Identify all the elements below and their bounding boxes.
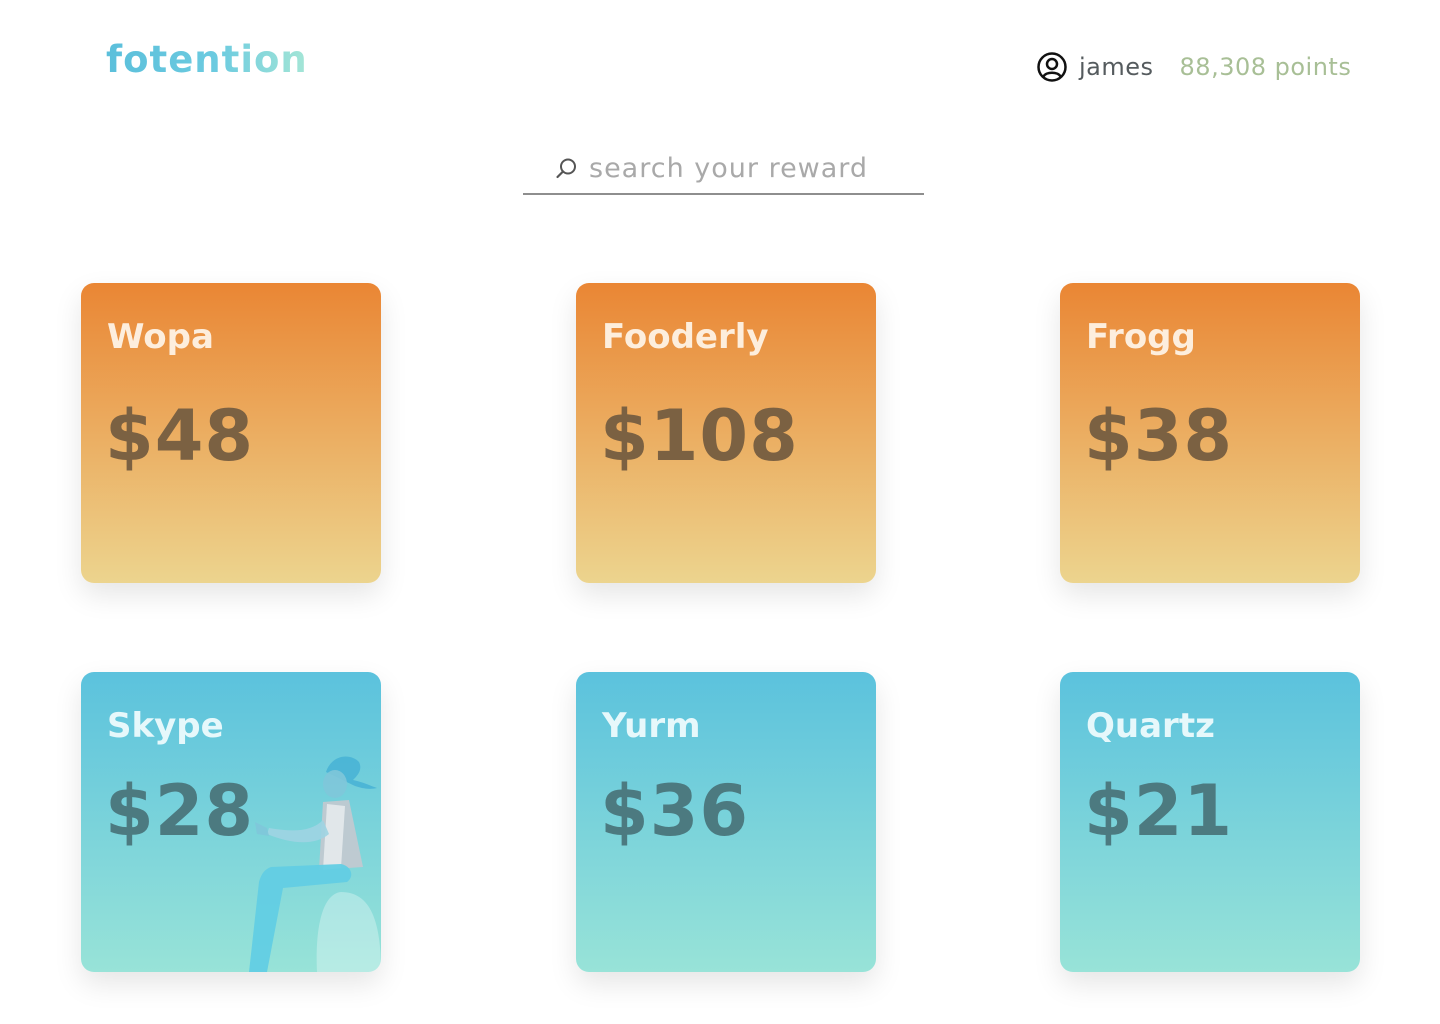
reward-name: Fooderly <box>602 317 769 357</box>
reward-price: $36 <box>600 770 750 852</box>
reward-card-quartz[interactable]: Quartz $21 <box>1060 672 1360 972</box>
rewards-page: fotention james 88,308 points Wopa $48 F… <box>0 0 1440 1024</box>
reward-card-skype[interactable]: Skype $28 <box>81 672 381 972</box>
reward-name: Yurm <box>602 706 701 746</box>
reward-price: $48 <box>105 395 255 477</box>
reward-price: $28 <box>105 770 255 852</box>
reward-price: $108 <box>600 395 799 477</box>
reward-card-frogg[interactable]: Frogg $38 <box>1060 283 1360 583</box>
reward-name: Wopa <box>107 317 214 357</box>
user-circle-icon[interactable] <box>1036 51 1068 83</box>
reward-name: Quartz <box>1086 706 1215 746</box>
points-balance: 88,308 points <box>1179 53 1352 81</box>
reward-card-wopa[interactable]: Wopa $48 <box>81 283 381 583</box>
reward-price: $38 <box>1084 395 1234 477</box>
reward-price: $21 <box>1084 770 1234 852</box>
user-info[interactable]: james 88,308 points <box>1036 50 1351 84</box>
username[interactable]: james <box>1079 53 1154 81</box>
logo[interactable]: fotention <box>106 38 308 81</box>
reward-name: Skype <box>107 706 224 746</box>
reward-card-fooderly[interactable]: Fooderly $108 <box>576 283 876 583</box>
search-input[interactable] <box>589 148 919 188</box>
search-bar <box>523 146 924 195</box>
reward-name: Frogg <box>1086 317 1196 357</box>
reward-card-yurm[interactable]: Yurm $36 <box>576 672 876 972</box>
search-icon <box>556 158 576 179</box>
